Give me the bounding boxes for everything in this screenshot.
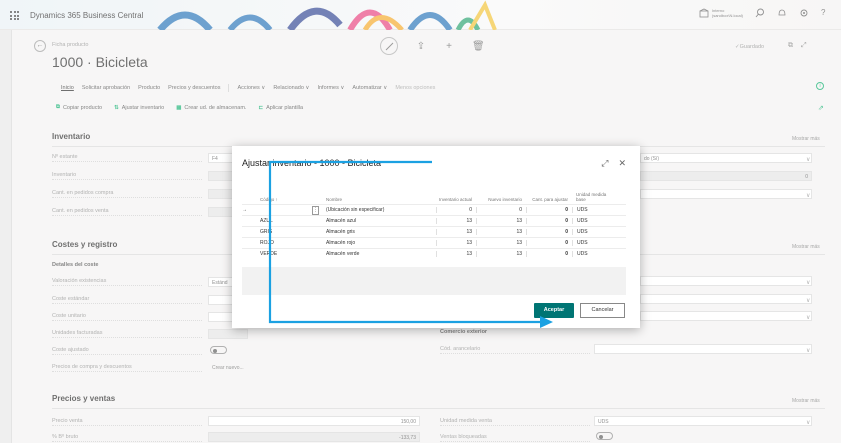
col-header-codigo[interactable]: Código ↑	[260, 197, 312, 202]
cell-ajustar: 0	[526, 251, 572, 257]
cell-ajustar: 0	[526, 207, 572, 213]
col-header-unidad[interactable]: Unidad medida base	[572, 192, 612, 202]
table-row[interactable]: ROJO Almacén rojo 13 13 0 UDS	[242, 237, 626, 248]
cell-ajustar: 0	[526, 218, 572, 224]
col-header-inventario-actual[interactable]: Inventario actual	[436, 197, 476, 202]
col-header-nuevo-inventario[interactable]: Nuevo inventario	[476, 197, 526, 202]
cell-actual: 13	[436, 218, 476, 224]
cell-nuevo[interactable]: 13	[476, 218, 526, 224]
cell-nuevo[interactable]: 13	[476, 229, 526, 235]
adjust-inventory-dialog: Ajustar inventario - 1000 - Bicicleta ⤢ …	[232, 146, 640, 328]
cell-unidad: UDS	[572, 207, 612, 213]
table-row[interactable]: → ⋮ (Ubicación sin especificar) 0 0 0 UD…	[242, 204, 626, 215]
close-icon[interactable]: ✕	[618, 158, 626, 169]
grid-empty-area	[242, 267, 626, 295]
row-arrow-icon: →	[242, 207, 247, 213]
col-header-cant-ajustar[interactable]: Cant. para ajustar	[526, 197, 572, 202]
col-header-nombre[interactable]: Nombre	[326, 197, 436, 202]
row-menu-icon[interactable]: ⋮	[312, 205, 319, 215]
cell-code: GRIS	[260, 229, 273, 235]
accept-button[interactable]: Aceptar	[534, 303, 574, 318]
cell-actual: 13	[436, 251, 476, 257]
cell-name: Almacén verde	[326, 251, 360, 257]
inventory-grid: Código ↑ Nombre Inventario actual Nuevo …	[242, 178, 626, 259]
grid-header: Código ↑ Nombre Inventario actual Nuevo …	[242, 178, 626, 204]
dialog-title: Ajustar inventario - 1000 - Bicicleta	[242, 158, 382, 168]
table-row[interactable]: VERDE Almacén verde 13 13 0 UDS	[242, 248, 626, 259]
cell-nuevo[interactable]: 13	[476, 240, 526, 246]
cell-nuevo[interactable]: 13	[476, 251, 526, 257]
cancel-button[interactable]: Cancelar	[580, 303, 625, 318]
cell-actual: 0	[436, 207, 476, 213]
cell-code: ROJO	[260, 240, 274, 246]
cell-code: VERDE	[260, 251, 278, 257]
cell-name: Almacén gris	[326, 229, 355, 235]
cell-code: AZUL	[260, 218, 273, 224]
table-row[interactable]: GRIS Almacén gris 13 13 0 UDS	[242, 226, 626, 237]
cell-ajustar: 0	[526, 229, 572, 235]
table-row[interactable]: AZUL Almacén azul 13 13 0 UDS	[242, 215, 626, 226]
cell-unidad: UDS	[572, 240, 612, 246]
cell-unidad: UDS	[572, 229, 612, 235]
cell-actual: 13	[436, 240, 476, 246]
cell-nuevo[interactable]: 0	[476, 207, 526, 213]
cell-ajustar: 0	[526, 240, 572, 246]
cell-actual: 13	[436, 229, 476, 235]
cell-name: (Ubicación sin especificar)	[326, 207, 385, 213]
expand-icon[interactable]: ⤢	[601, 158, 608, 169]
cell-name: Almacén azul	[326, 218, 357, 224]
cell-unidad: UDS	[572, 218, 612, 224]
cell-name: Almacén rojo	[326, 240, 356, 246]
cell-unidad: UDS	[572, 251, 612, 257]
